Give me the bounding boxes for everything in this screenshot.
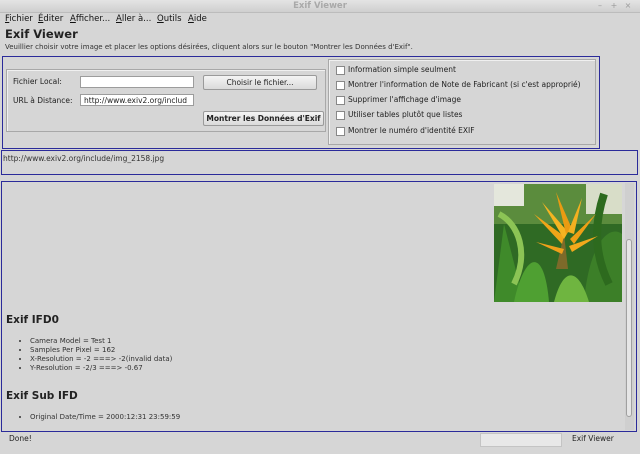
intro-text: Veuillier choisir votre image et placer … — [5, 43, 413, 51]
option-maker-note-label: Montrer l'information de Note de Fabrica… — [348, 80, 581, 89]
window-title: Exif Viewer — [293, 1, 347, 11]
close-button[interactable]: × — [623, 1, 633, 10]
option-exif-id-checkbox[interactable] — [336, 127, 345, 136]
status-app-name: Exif Viewer — [572, 434, 614, 443]
option-tables-checkbox[interactable] — [336, 111, 345, 120]
menu-mnemonic: O — [157, 14, 164, 24]
exif-image — [494, 184, 622, 302]
option-simple-label: Information simple seulment — [348, 65, 456, 74]
menu-afficher[interactable]: Afficher... — [70, 14, 110, 24]
menu-label: utils — [163, 14, 182, 24]
ifd0-heading: Exif IFD0 — [6, 314, 59, 326]
menu-bar: Fichier Éditer Afficher... Aller à... Ou… — [0, 13, 640, 25]
local-file-input[interactable] — [80, 76, 194, 88]
title-bar: Exif Viewer – + × — [0, 0, 640, 13]
page-title: Exif Viewer — [5, 27, 78, 41]
subifd-heading: Exif Sub IFD — [6, 390, 78, 402]
option-suppress-image-checkbox[interactable] — [336, 96, 345, 105]
maximize-button[interactable]: + — [609, 1, 619, 10]
option-exif-id-label: Montrer le numéro d'identité EXIF — [348, 126, 475, 135]
menu-aide[interactable]: Aide — [188, 14, 207, 24]
option-suppress-image-label: Supprimer l'affichage d'image — [348, 95, 461, 104]
status-text: Done! — [9, 434, 32, 443]
list-item: X-Resolution = -2 ===> -2(invalid data) — [30, 355, 172, 364]
menu-aller[interactable]: Aller à... — [116, 14, 151, 24]
menu-outils[interactable]: Outils — [157, 14, 182, 24]
option-maker-note-checkbox[interactable] — [336, 81, 345, 90]
menu-label: fficher... — [75, 14, 111, 24]
list-item: Camera Model = Test 1 — [30, 337, 172, 346]
local-file-label: Fichier Local: — [13, 77, 62, 86]
menu-label: ichier — [9, 14, 33, 24]
minimize-button[interactable]: – — [595, 1, 605, 10]
show-exif-button[interactable]: Montrer les Données d'Exif — [203, 111, 324, 126]
list-item: Samples Per Pixel = 162 — [30, 346, 172, 355]
option-tables-label: Utiliser tables plutôt que listes — [348, 110, 463, 119]
menu-label: ller à... — [121, 14, 152, 24]
choose-file-button[interactable]: Choisir le fichier... — [203, 75, 317, 90]
menu-label: ide — [193, 14, 207, 24]
option-simple-checkbox[interactable] — [336, 66, 345, 75]
list-item: Original Date/Time = 2000:12:31 23:59:59 — [30, 413, 180, 422]
ifd0-list: Camera Model = Test 1 Samples Per Pixel … — [10, 337, 172, 373]
status-bar: Done! Exif Viewer — [0, 433, 640, 454]
current-url-text: http://www.exiv2.org/include/img_2158.jp… — [3, 154, 165, 163]
menu-editer[interactable]: Éditer — [38, 14, 63, 24]
results-scrollbar[interactable] — [625, 183, 634, 430]
list-item: Y-Resolution = -2/3 ===> -0.67 — [30, 364, 172, 373]
status-progress — [480, 433, 562, 447]
menu-fichier[interactable]: Fichier — [5, 14, 33, 24]
remote-url-input[interactable]: http://www.exiv2.org/includ — [80, 94, 194, 106]
menu-label: diter — [43, 14, 64, 24]
subifd-list: Original Date/Time = 2000:12:31 23:59:59 — [10, 413, 180, 422]
remote-url-label: URL à Distance: — [13, 96, 73, 105]
scrollbar-thumb[interactable] — [626, 239, 632, 417]
